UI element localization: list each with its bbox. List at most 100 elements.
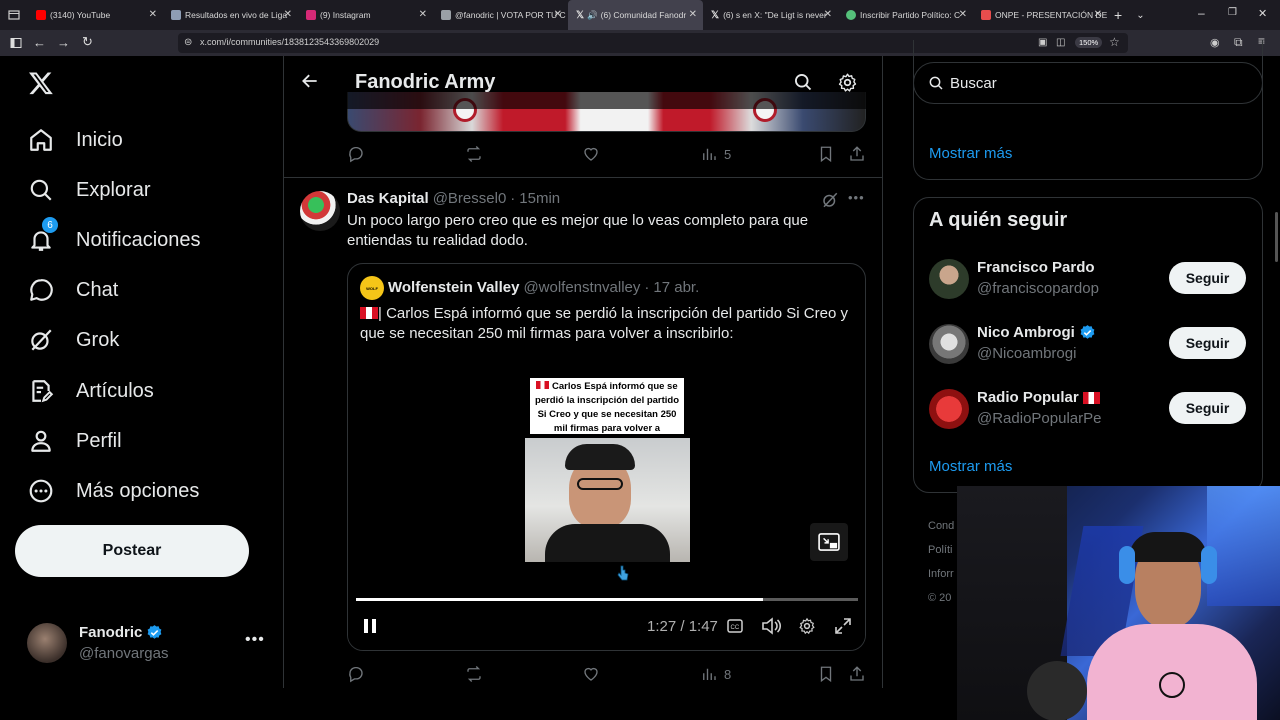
quote-date: 17 abr.	[653, 279, 700, 296]
suggestion-handle: @Nicoambrogi	[977, 345, 1077, 362]
footer-link[interactable]: Inforr	[928, 562, 954, 586]
nav-item-more[interactable]: Más opciones	[28, 478, 199, 504]
url-text[interactable]: x.com/i/communities/1838123543369802029	[200, 37, 379, 47]
browser-tab[interactable]: (9) Instagram ✕	[298, 0, 433, 30]
quote-text: | Carlos Espá informó que se perdió la i…	[360, 305, 848, 342]
nav-item-explore[interactable]: Explorar	[28, 177, 150, 203]
show-more-link[interactable]: Mostrar más	[929, 145, 1012, 162]
nav-item-notifications[interactable]: 6 Notificaciones	[28, 217, 201, 253]
back-arrow-icon[interactable]: ←	[33, 35, 46, 50]
pause-icon[interactable]	[362, 618, 378, 634]
close-tab-icon[interactable]: ✕	[824, 9, 832, 20]
post-handle[interactable]: @Bressel0	[433, 190, 507, 207]
x-logo-icon[interactable]	[28, 70, 54, 96]
post-button[interactable]: Postear	[15, 525, 249, 577]
post-avatar[interactable]	[300, 191, 340, 231]
post-more-icon[interactable]: •••	[848, 190, 865, 205]
window-close-icon[interactable]: ✕	[1258, 7, 1267, 20]
show-more-link[interactable]: Mostrar más	[929, 458, 1012, 475]
browser-tab[interactable]: (3140) YouTube ✕	[28, 0, 163, 30]
close-tab-icon[interactable]: ✕	[419, 9, 427, 20]
bookmark-icon[interactable]	[817, 665, 835, 683]
nav-label: Inicio	[76, 128, 123, 151]
dot-separator: ·	[644, 279, 650, 296]
post-time[interactable]: 15min	[519, 190, 560, 207]
browser-tab[interactable]: Inscribir Partido Político: C ✕	[838, 0, 973, 30]
nav-item-profile[interactable]: Perfil	[28, 428, 122, 454]
browser-tab[interactable]: Resultados en vivo de Liga ✕	[163, 0, 298, 30]
forward-arrow-icon[interactable]: →	[57, 35, 70, 50]
pdf-favicon-icon	[981, 10, 991, 20]
account-name: Fanodric	[79, 624, 143, 641]
follow-button[interactable]: Seguir	[1169, 327, 1246, 359]
search-icon	[928, 75, 944, 91]
bookmark-icon[interactable]	[817, 145, 835, 163]
post-meta: Das Kapital @Bressel0 · 15min	[347, 190, 560, 207]
quote-handle: @wolfenstnvalley	[523, 279, 641, 296]
search-icon[interactable]	[793, 72, 813, 92]
nav-label: Chat	[76, 278, 119, 301]
nav-item-home[interactable]: Inicio	[28, 127, 123, 153]
video-settings-gear-icon[interactable]	[798, 617, 816, 635]
settings-gear-icon[interactable]	[837, 72, 858, 93]
post-author[interactable]: Das Kapital	[347, 190, 429, 207]
scrollbar-thumb[interactable]	[1275, 212, 1278, 262]
video-progress-track[interactable]	[356, 598, 858, 601]
share-icon[interactable]	[848, 145, 866, 163]
close-tab-icon[interactable]: ✕	[689, 9, 697, 20]
avatar	[929, 324, 969, 364]
suggestion-name: Radio Popular	[977, 389, 1079, 406]
reply-icon[interactable]	[347, 145, 365, 163]
like-icon[interactable]	[582, 665, 600, 683]
footer-link[interactable]: Cond	[928, 514, 954, 538]
tab-overview-icon[interactable]	[0, 9, 28, 21]
views-stat[interactable]: 5	[700, 145, 731, 163]
audio-playing-icon[interactable]: 🔊	[587, 10, 598, 21]
volume-icon[interactable]	[761, 617, 781, 635]
account-switcher[interactable]: Fanodric @fanovargas •••	[27, 623, 267, 665]
tab-list-chevron-icon[interactable]: ⌄	[1136, 10, 1144, 21]
views-stat[interactable]: 8	[700, 665, 731, 683]
sidebar-toggle-icon[interactable]	[10, 37, 22, 49]
footer-link[interactable]: Políti	[928, 538, 954, 562]
video-player[interactable]: Carlos Espá informó que se perdió la ins…	[348, 360, 865, 650]
nav-item-articles[interactable]: Artículos	[28, 378, 154, 404]
captions-icon[interactable]: CC	[727, 619, 743, 633]
reply-icon[interactable]	[347, 665, 365, 683]
mouse-cursor-icon	[617, 565, 629, 581]
like-icon[interactable]	[582, 145, 600, 163]
new-tab-icon[interactable]: +	[1114, 7, 1122, 23]
browser-tab[interactable]: 𝕏 (6) s en X: "De Ligt is never ✕	[703, 0, 838, 30]
close-tab-icon[interactable]: ✕	[1094, 9, 1102, 20]
browser-tab[interactable]: @fanodric | VOTA POR TU C ✕	[433, 0, 568, 30]
close-tab-icon[interactable]: ✕	[959, 9, 967, 20]
instagram-favicon-icon	[306, 10, 316, 20]
close-tab-icon[interactable]: ✕	[284, 9, 292, 20]
divider	[283, 177, 883, 178]
views-icon	[700, 665, 718, 683]
browser-tab-active[interactable]: 𝕏 🔊 (6) Comunidad Fanodr ✕	[568, 0, 703, 30]
nav-item-chat[interactable]: Chat	[28, 277, 118, 303]
account-more-icon[interactable]: •••	[245, 631, 265, 649]
search-input[interactable]: Buscar	[913, 62, 1263, 104]
browser-tab[interactable]: ONPE - PRESENTACIÓN DE ✕	[973, 0, 1108, 30]
follow-button[interactable]: Seguir	[1169, 262, 1246, 294]
quote-avatar: WOLF	[360, 276, 384, 300]
quoted-post-card[interactable]: WOLF Wolfenstein Valley @wolfenstnvalley…	[347, 263, 866, 651]
close-tab-icon[interactable]: ✕	[149, 9, 157, 20]
minimize-icon[interactable]: –	[1198, 6, 1205, 20]
nav-item-grok[interactable]: Grok	[28, 327, 119, 353]
nav-label: Más opciones	[76, 479, 200, 502]
site-info-icon[interactable]: ⊜	[184, 37, 192, 48]
repost-icon[interactable]	[465, 145, 483, 163]
follow-button[interactable]: Seguir	[1169, 392, 1246, 424]
fullscreen-icon[interactable]	[835, 618, 851, 634]
close-tab-icon[interactable]: ✕	[554, 9, 562, 20]
share-icon[interactable]	[848, 665, 866, 683]
restore-icon[interactable]: ❐	[1228, 7, 1237, 18]
grok-post-icon[interactable]	[821, 191, 839, 209]
back-arrow-icon[interactable]	[300, 71, 320, 91]
picture-in-picture-icon[interactable]	[810, 523, 848, 561]
repost-icon[interactable]	[465, 665, 483, 683]
reload-icon[interactable]: ↻	[82, 34, 93, 50]
